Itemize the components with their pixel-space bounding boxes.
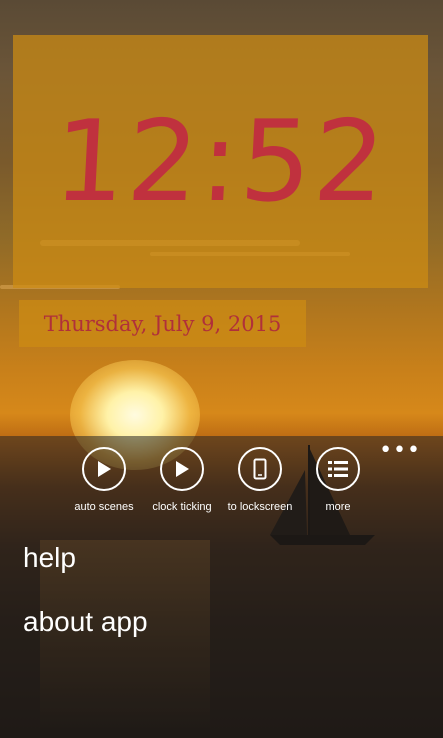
button-label: clock ticking [152,501,212,513]
menu-item-about-app[interactable]: about app [23,606,148,638]
clock-ticking-button[interactable]: clock ticking [142,447,222,513]
clock-time: 12:52 [50,96,391,227]
date-text: Thursday, July 9, 2015 [43,311,282,336]
button-label: to lockscreen [227,501,293,513]
play-icon [82,447,126,491]
play-icon [160,447,204,491]
list-icon [316,447,360,491]
app-bar-ellipsis-button[interactable]: ••• [379,440,421,462]
clock-tile[interactable]: 12:52 [13,35,428,288]
menu-item-help[interactable]: help [23,542,76,574]
phone-icon [238,447,282,491]
auto-scenes-button[interactable]: auto scenes [64,447,144,513]
button-label: more [325,501,351,513]
to-lockscreen-button[interactable]: to lockscreen [220,447,300,513]
button-label: auto scenes [74,501,134,513]
date-tile[interactable]: Thursday, July 9, 2015 [19,300,306,347]
more-button[interactable]: more [298,447,378,513]
